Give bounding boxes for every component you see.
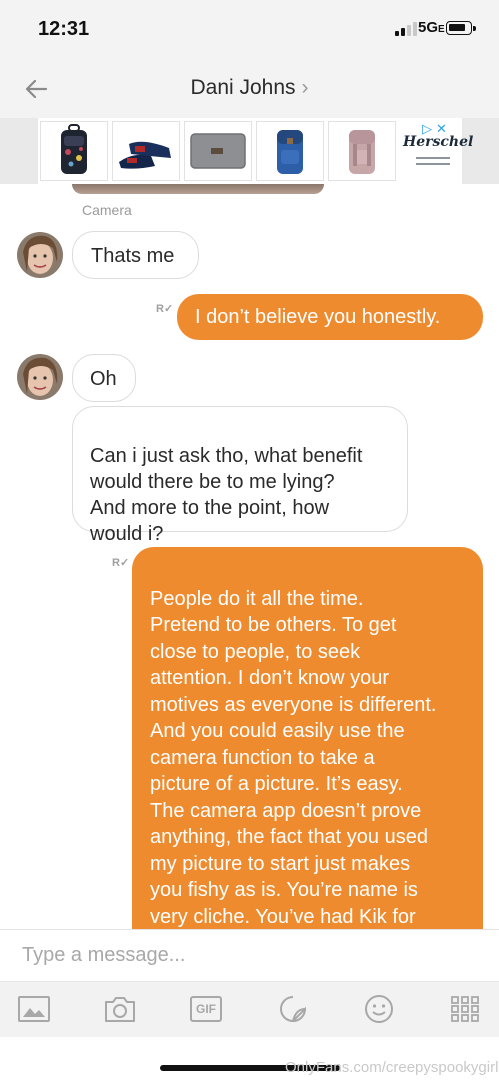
gallery-icon[interactable]	[17, 994, 51, 1024]
message-composer[interactable]: Type a message...	[0, 929, 499, 982]
ad-product-pink-backpack[interactable]	[328, 121, 396, 181]
chevron-right-icon: ›	[301, 76, 309, 99]
read-receipt-icon: R✓	[156, 303, 174, 315]
battery-icon	[446, 21, 476, 35]
message-bubble-outgoing[interactable]: People do it all the time. Pretend to be…	[132, 547, 483, 929]
message-text: People do it all the time. Pretend to be…	[150, 587, 437, 928]
gif-icon[interactable]: GIF	[190, 996, 222, 1022]
chat-thread[interactable]: Camera Thats me R✓ I don’t believe you h…	[0, 184, 499, 929]
read-receipt-icon: R✓	[112, 557, 130, 569]
ad-product-laptop-sleeve[interactable]	[184, 121, 252, 181]
home-indicator-area: OnlyFans.com/creepyspookygirl	[0, 1037, 499, 1080]
ad-product-blue-backpack[interactable]	[256, 121, 324, 181]
composer-toolbar: GIF	[0, 981, 499, 1038]
watermark: OnlyFans.com/creepyspookygirl	[285, 1059, 499, 1076]
camera-caption: Camera	[82, 202, 132, 218]
network-indicator: 5GE	[418, 19, 445, 36]
message-bubble-outgoing[interactable]: I don’t believe you honestly.	[177, 294, 483, 340]
contact-avatar[interactable]	[17, 232, 63, 278]
message-input[interactable]: Type a message...	[22, 944, 185, 967]
ad-product-sandals[interactable]	[112, 121, 180, 181]
apps-grid-icon[interactable]	[448, 994, 482, 1024]
contact-name[interactable]: Dani Johns	[190, 76, 295, 99]
message-bubble-incoming[interactable]: Can i just ask tho, what benefit would t…	[72, 406, 408, 545]
ad-banner[interactable]: ▷ ✕ Herschel	[0, 118, 499, 184]
photo-message-preview[interactable]	[72, 184, 324, 194]
message-bubble-incoming[interactable]: Oh	[72, 354, 136, 402]
camera-icon[interactable]	[103, 994, 137, 1024]
brand-logo: Herschel	[403, 134, 474, 150]
status-time: 12:31	[38, 18, 90, 40]
message-bubble-incoming[interactable]: Thats me	[72, 231, 199, 279]
ad-content[interactable]: ▷ ✕ Herschel	[38, 118, 474, 184]
message-text: I don’t believe you honestly.	[195, 306, 441, 328]
contact-avatar[interactable]	[17, 354, 63, 400]
sticker-icon[interactable]	[276, 994, 310, 1024]
emoji-icon[interactable]	[362, 994, 396, 1024]
contact-title[interactable]: Dani Johns ›	[0, 76, 499, 100]
chat-header: Dani Johns ›	[0, 60, 499, 118]
ad-product-floral-backpack[interactable]	[40, 121, 108, 181]
message-text: Thats me	[91, 245, 175, 267]
signal-icon	[395, 22, 417, 36]
message-text: Oh	[90, 368, 117, 390]
message-text: Can i just ask tho, what benefit would t…	[90, 445, 363, 545]
status-bar: 12:31 5GE	[0, 0, 499, 60]
brand-logo-mark	[416, 157, 450, 165]
